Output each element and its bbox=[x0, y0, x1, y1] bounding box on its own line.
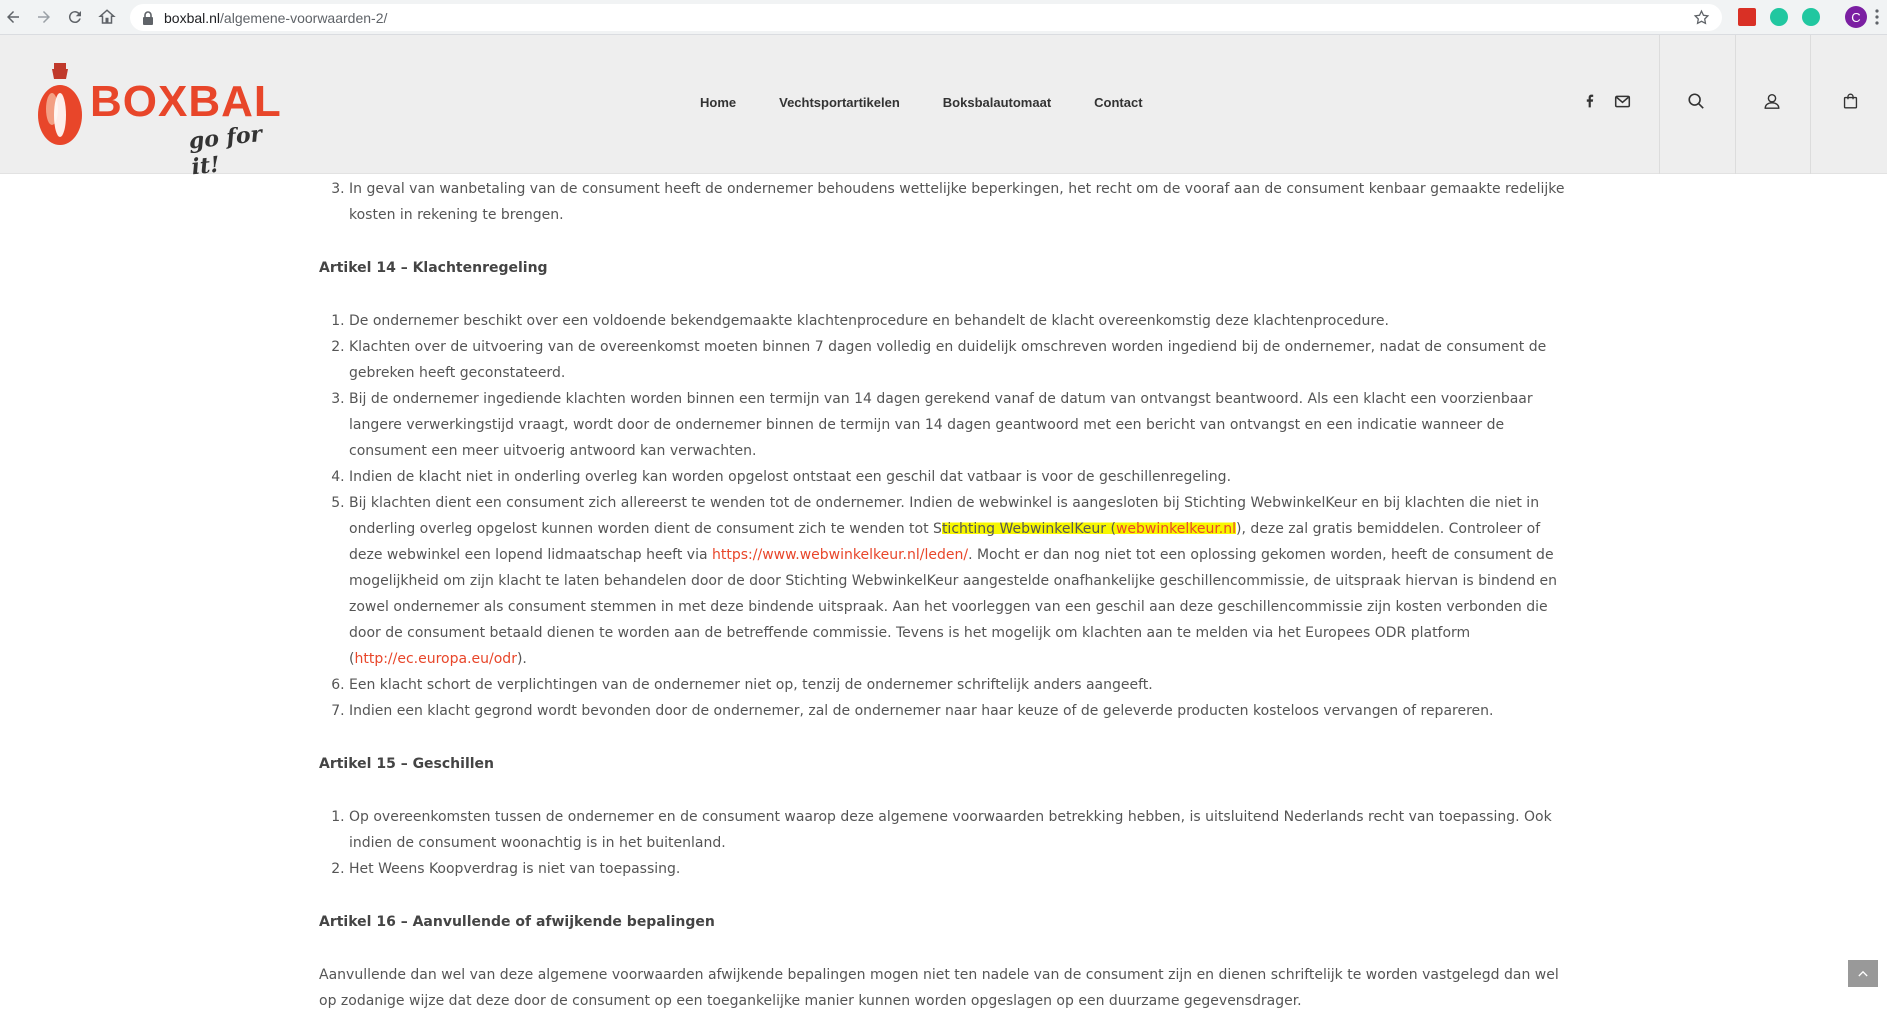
article-16-heading: Artikel 16 – Aanvullende of afwijkende b… bbox=[319, 914, 715, 930]
list-item: Op overeenkomsten tussen de ondernemer e… bbox=[349, 804, 1569, 856]
list-item: Indien een klacht gegrond wordt bevonden… bbox=[349, 698, 1569, 724]
list-item: De ondernemer beschikt over een voldoend… bbox=[349, 308, 1569, 334]
header-divider bbox=[1659, 35, 1660, 174]
extension-icon[interactable] bbox=[1738, 8, 1756, 26]
item-text: . Mocht er dan nog niet tot een oplossin… bbox=[349, 547, 1558, 667]
search-icon[interactable] bbox=[1686, 91, 1706, 111]
article-14-list: De ondernemer beschikt over een voldoend… bbox=[319, 308, 1569, 724]
article-13-list: In geval van wanbetaling van de consumen… bbox=[319, 176, 1569, 228]
terms-content: In geval van wanbetaling van de consumen… bbox=[319, 176, 1569, 1014]
forward-icon[interactable] bbox=[33, 6, 55, 28]
punching-bag-icon bbox=[38, 63, 82, 145]
header-divider bbox=[1735, 35, 1736, 174]
cart-icon[interactable] bbox=[1840, 91, 1860, 111]
nav-home[interactable]: Home bbox=[700, 95, 736, 110]
reload-icon[interactable] bbox=[64, 6, 86, 28]
webwinkelkeur-leden-link[interactable]: https://www.webwinkelkeur.nl/leden/ bbox=[712, 547, 968, 563]
article-15-list: Op overeenkomsten tussen de ondernemer e… bbox=[319, 804, 1569, 882]
article-14-heading: Artikel 14 – Klachtenregeling bbox=[319, 260, 548, 276]
bookmark-star-icon[interactable] bbox=[1693, 9, 1710, 26]
list-item: Bij de ondernemer ingediende klachten wo… bbox=[349, 386, 1569, 464]
site-header: BOXBAL go for it! Home Vechtsportartikel… bbox=[0, 35, 1887, 180]
webwinkelkeur-link[interactable]: webwinkelkeur.nl bbox=[1116, 521, 1236, 537]
item-text: ). bbox=[516, 651, 527, 667]
address-bar[interactable]: boxbal.nl/algemene-voorwaarden-2/ bbox=[130, 4, 1722, 31]
header-divider bbox=[1810, 35, 1811, 174]
list-item: Indien de klacht niet in onderling overl… bbox=[349, 464, 1569, 490]
back-icon[interactable] bbox=[2, 6, 24, 28]
odr-platform-link[interactable]: http://ec.europa.eu/odr bbox=[354, 651, 516, 667]
url-text: boxbal.nl/algemene-voorwaarden-2/ bbox=[164, 9, 388, 26]
list-item: Het Weens Koopverdrag is niet van toepas… bbox=[349, 856, 1569, 882]
list-item: Bij klachten dient een consument zich al… bbox=[349, 490, 1569, 672]
site-logo[interactable]: BOXBAL go for it! bbox=[36, 59, 296, 180]
main-navigation: Home Vechtsportartikelen Boksbalautomaat… bbox=[700, 95, 1186, 110]
logo-wordmark: BOXBAL bbox=[90, 77, 282, 126]
list-item: Klachten over de uitvoering van de overe… bbox=[349, 334, 1569, 386]
highlighted-text: tichting WebwinkelKeur (webwinkelkeur.nl bbox=[941, 521, 1237, 537]
nav-boksbalautomaat[interactable]: Boksbalautomaat bbox=[943, 95, 1051, 110]
mail-icon[interactable] bbox=[1612, 91, 1632, 111]
article-16-text: Aanvullende dan wel van deze algemene vo… bbox=[319, 967, 1559, 1009]
chevron-up-icon bbox=[1858, 970, 1868, 977]
home-icon[interactable] bbox=[96, 6, 118, 28]
browser-menu-icon[interactable] bbox=[1875, 9, 1879, 25]
profile-avatar[interactable]: C bbox=[1845, 6, 1867, 28]
list-item: Een klacht schort de verplichtingen van … bbox=[349, 672, 1569, 698]
facebook-icon[interactable] bbox=[1580, 91, 1600, 111]
account-icon[interactable] bbox=[1762, 91, 1782, 111]
scroll-to-top-button[interactable] bbox=[1848, 960, 1878, 987]
logo-tagline: go for it! bbox=[187, 121, 264, 181]
extension-icon[interactable] bbox=[1802, 8, 1820, 26]
list-item: In geval van wanbetaling van de consumen… bbox=[349, 176, 1569, 228]
nav-vechtsportartikelen[interactable]: Vechtsportartikelen bbox=[779, 95, 900, 110]
nav-contact[interactable]: Contact bbox=[1094, 95, 1142, 110]
lock-icon bbox=[143, 10, 153, 25]
browser-toolbar: boxbal.nl/algemene-voorwaarden-2/ C bbox=[0, 0, 1887, 35]
article-15-heading: Artikel 15 – Geschillen bbox=[319, 756, 495, 772]
extension-icon[interactable] bbox=[1770, 8, 1788, 26]
